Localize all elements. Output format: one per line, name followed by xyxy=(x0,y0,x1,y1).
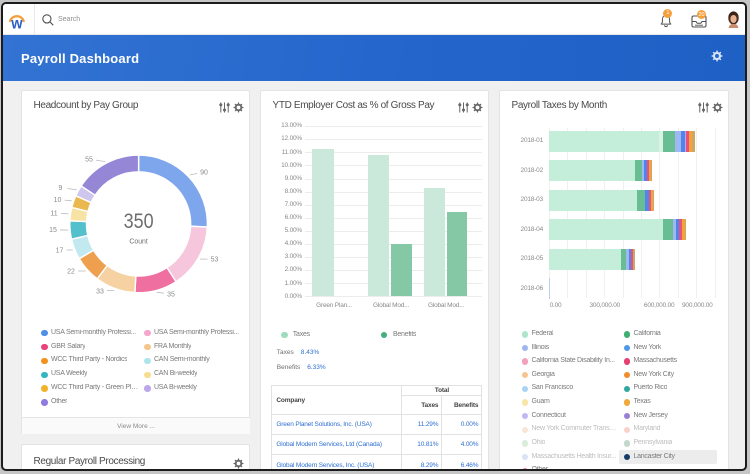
svg-text:22: 22 xyxy=(67,268,75,275)
svg-text:10: 10 xyxy=(54,197,62,204)
svg-text:9: 9 xyxy=(59,185,63,192)
svg-text:90: 90 xyxy=(200,169,208,176)
svg-text:17: 17 xyxy=(56,247,64,254)
svg-text:53: 53 xyxy=(211,256,219,263)
svg-text:15: 15 xyxy=(49,227,57,234)
svg-text:Count: Count xyxy=(129,237,148,246)
svg-text:w: w xyxy=(10,15,23,32)
svg-text:35: 35 xyxy=(167,291,175,298)
svg-text:350: 350 xyxy=(124,210,154,233)
svg-text:55: 55 xyxy=(85,156,93,163)
svg-text:33: 33 xyxy=(96,288,104,295)
svg-text:11: 11 xyxy=(50,210,57,217)
